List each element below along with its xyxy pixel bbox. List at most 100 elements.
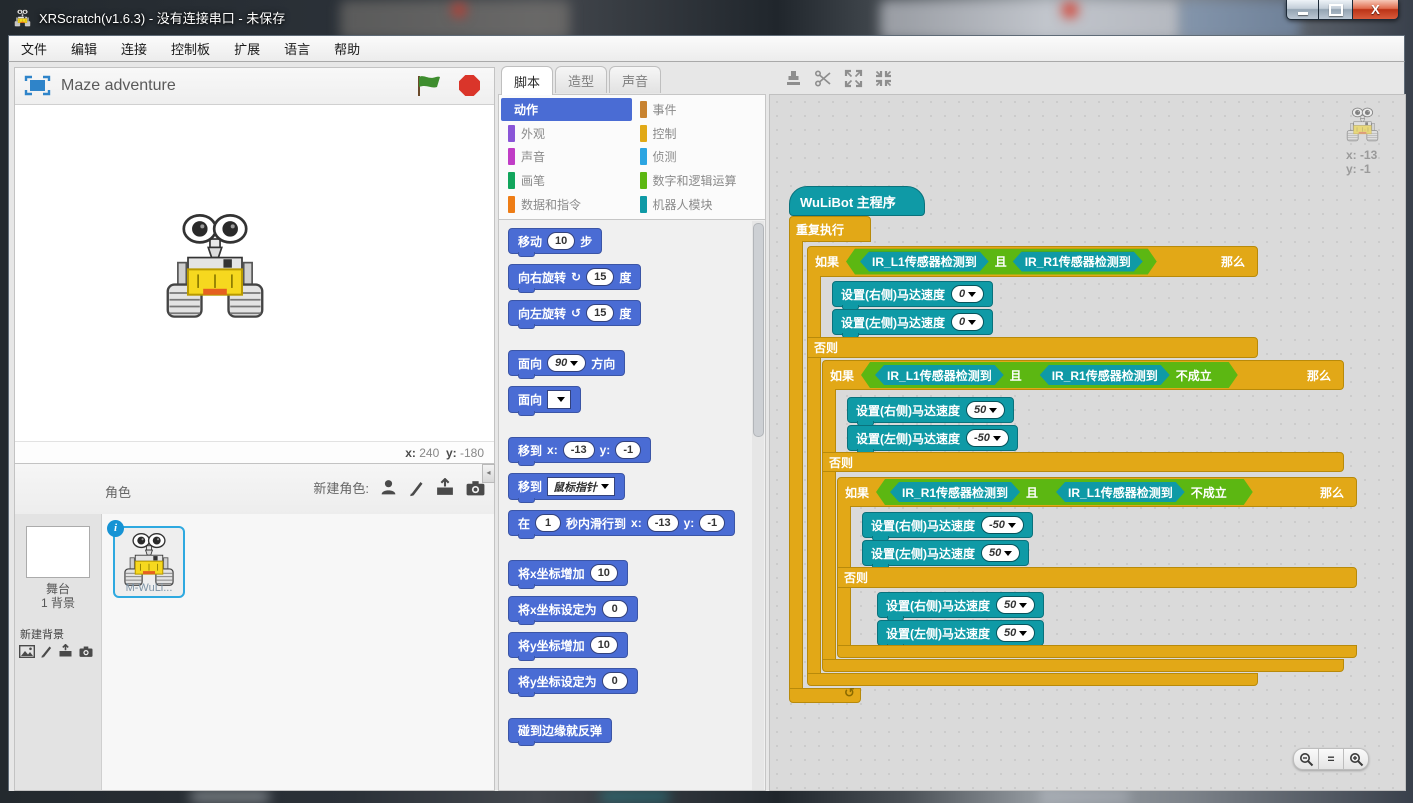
if-block-3-header[interactable]: 如果 IR_R1传感器检测到 且 IR_L1传感器检测到 不成立 那么 xyxy=(837,477,1357,507)
zoom-reset-button[interactable]: = xyxy=(1319,748,1344,770)
set-motor-block[interactable]: 设置(左侧)马达速度 50 xyxy=(862,540,1029,566)
menu-edit[interactable]: 编辑 xyxy=(59,35,109,62)
set-motor-block[interactable]: 设置(右侧)马达速度 50 xyxy=(877,592,1044,618)
sensor-block-ir-l1[interactable]: IR_L1传感器检测到 xyxy=(875,365,1004,385)
palette-block[interactable]: 将x坐标设定为0 xyxy=(508,596,638,622)
category-9[interactable]: 数字和逻辑运算 xyxy=(633,169,764,192)
if-block-3-else-bar[interactable]: 否则 xyxy=(837,567,1357,588)
zoom-out-button[interactable] xyxy=(1293,748,1319,770)
sprite-info-badge[interactable]: i xyxy=(107,520,124,537)
block-number-input[interactable]: 0 xyxy=(602,672,628,690)
palette-block[interactable]: 面向 xyxy=(508,386,581,413)
block-number-input[interactable]: 10 xyxy=(547,232,575,250)
if-block-2-close-bar[interactable] xyxy=(822,659,1344,672)
category-10[interactable]: 机器人模块 xyxy=(633,193,764,216)
maximize-button[interactable] xyxy=(1319,0,1352,20)
sprite-card-selected[interactable]: i M-WuLi... xyxy=(113,526,185,598)
if-block-1-else-bar[interactable]: 否则 xyxy=(807,337,1258,358)
palette-block[interactable]: 向左旋转↺15度 xyxy=(508,300,641,326)
set-motor-block[interactable]: 设置(右侧)马达速度 0 xyxy=(832,281,993,307)
if-block-2-header[interactable]: 如果 IR_L1传感器检测到 且 IR_R1传感器检测到 不成立 那么 xyxy=(822,360,1344,390)
menu-language[interactable]: 语言 xyxy=(272,35,322,62)
menu-help[interactable]: 帮助 xyxy=(322,35,372,62)
shrink-icon[interactable] xyxy=(874,69,893,88)
sensor-block-ir-r1[interactable]: IR_R1传感器检测到 xyxy=(1013,252,1143,272)
upload-sprite-icon[interactable] xyxy=(435,478,455,497)
stage-canvas[interactable] xyxy=(15,105,494,441)
palette-block[interactable]: 将y坐标设定为0 xyxy=(508,668,638,694)
block-number-input[interactable]: 0 xyxy=(602,600,628,618)
palette-block[interactable]: 移到鼠标指针 xyxy=(508,473,625,500)
and-operator-block[interactable]: IR_L1传感器检测到 且 IR_R1传感器检测到 不成立 xyxy=(861,362,1238,388)
block-number-input[interactable]: 15 xyxy=(586,304,614,322)
block-number-input[interactable]: 15 xyxy=(586,268,614,286)
category-7[interactable]: 控制 xyxy=(633,122,764,145)
motor-speed-dropdown[interactable]: 0 xyxy=(951,285,984,303)
motor-speed-dropdown[interactable]: 50 xyxy=(966,401,1005,419)
motor-speed-dropdown[interactable]: 50 xyxy=(996,624,1035,642)
palette-block[interactable]: 面向90方向 xyxy=(508,350,625,376)
palette-block[interactable]: 向右旋转↻15度 xyxy=(508,264,641,290)
category-4[interactable]: 画笔 xyxy=(501,169,632,192)
tab-sounds[interactable]: 声音 xyxy=(609,66,661,93)
hat-block-wulibot-main[interactable]: WuLiBot 主程序 xyxy=(789,186,925,216)
grow-icon[interactable] xyxy=(844,69,863,88)
forever-block-header[interactable]: 重复执行 xyxy=(789,216,871,242)
and-operator-block[interactable]: IR_R1传感器检测到 且 IR_L1传感器检测到 不成立 xyxy=(876,479,1253,505)
upload-backdrop-icon[interactable] xyxy=(58,644,73,658)
palette-scrollbar-thumb[interactable] xyxy=(753,223,764,437)
menu-board[interactable]: 控制板 xyxy=(159,35,222,62)
block-number-input[interactable]: 10 xyxy=(590,564,618,582)
set-motor-block[interactable]: 设置(左侧)马达速度 50 xyxy=(877,620,1044,646)
category-6[interactable]: 事件 xyxy=(633,98,764,121)
if-block-2-arm[interactable] xyxy=(822,389,836,659)
green-flag-icon[interactable] xyxy=(416,74,442,98)
block-number-input[interactable]: 1 xyxy=(535,514,561,532)
if-block-3-close-bar[interactable] xyxy=(837,645,1357,658)
tab-scripts[interactable]: 脚本 xyxy=(501,66,553,95)
if-block-1-close-bar[interactable] xyxy=(807,673,1258,686)
palette-block[interactable]: 在1秒内滑行到x:-13y:-1 xyxy=(508,510,735,536)
menu-extensions[interactable]: 扩展 xyxy=(222,35,272,62)
new-sprite-library-icon[interactable] xyxy=(379,478,398,497)
category-5[interactable]: 数据和指令 xyxy=(501,193,632,216)
sensor-block-ir-l1[interactable]: IR_L1传感器检测到 xyxy=(860,252,989,272)
menu-file[interactable]: 文件 xyxy=(9,35,59,62)
sensor-block-ir-r1[interactable]: IR_R1传感器检测到 xyxy=(890,482,1020,502)
delete-scissors-icon[interactable] xyxy=(814,69,833,88)
camera-backdrop-icon[interactable] xyxy=(78,645,94,658)
stage-sprite-robot[interactable] xyxy=(164,212,266,320)
category-8[interactable]: 侦测 xyxy=(633,146,764,169)
close-button[interactable]: X xyxy=(1352,0,1399,20)
palette-block[interactable]: 碰到边缘就反弹 xyxy=(508,718,612,743)
block-dropdown[interactable]: 鼠标指针 xyxy=(547,477,615,496)
palette-block[interactable]: 移动10步 xyxy=(508,228,602,254)
and-operator-block[interactable]: IR_L1传感器检测到 且 IR_R1传感器检测到 xyxy=(846,249,1157,275)
duplicate-stamp-icon[interactable] xyxy=(784,69,803,88)
block-number-input[interactable]: -13 xyxy=(563,441,595,459)
sensor-block-ir-r1[interactable]: IR_R1传感器检测到 xyxy=(1040,365,1170,385)
motor-speed-dropdown[interactable]: -50 xyxy=(966,429,1009,447)
palette-scrollbar[interactable] xyxy=(752,221,764,791)
palette-block[interactable]: 移到x:-13y:-1 xyxy=(508,437,651,463)
menu-connect[interactable]: 连接 xyxy=(109,35,159,62)
not-operator-block[interactable]: IR_L1传感器检测到 不成立 xyxy=(1044,481,1239,503)
category-3[interactable]: 声音 xyxy=(501,146,632,169)
project-title[interactable]: Maze adventure xyxy=(61,77,176,95)
motor-speed-dropdown[interactable]: 50 xyxy=(996,596,1035,614)
if-block-1-arm[interactable] xyxy=(807,276,821,673)
panel-splitter-handle[interactable]: ◂ xyxy=(482,464,495,483)
stage-thumbnail[interactable] xyxy=(26,526,90,578)
block-number-input[interactable]: -1 xyxy=(615,441,641,459)
minimize-button[interactable] xyxy=(1286,0,1319,20)
palette-block[interactable]: 将x坐标增加10 xyxy=(508,560,628,586)
block-dropdown[interactable] xyxy=(547,390,571,409)
set-motor-block[interactable]: 设置(右侧)马达速度 -50 xyxy=(862,512,1033,538)
block-number-input[interactable]: -13 xyxy=(647,514,679,532)
if-block-1-header[interactable]: 如果 IR_L1传感器检测到 且 IR_R1传感器检测到 那么 xyxy=(807,246,1258,277)
zoom-in-button[interactable] xyxy=(1344,748,1369,770)
category-1[interactable]: 动作 xyxy=(501,98,632,121)
script-canvas[interactable]: x: -13 y: -1 WuLiBot 主程序 重复执行 ↺ 如果 IR_L1… xyxy=(769,94,1406,791)
sensor-block-ir-l1[interactable]: IR_L1传感器检测到 xyxy=(1056,482,1185,502)
motor-speed-dropdown[interactable]: 0 xyxy=(951,313,984,331)
